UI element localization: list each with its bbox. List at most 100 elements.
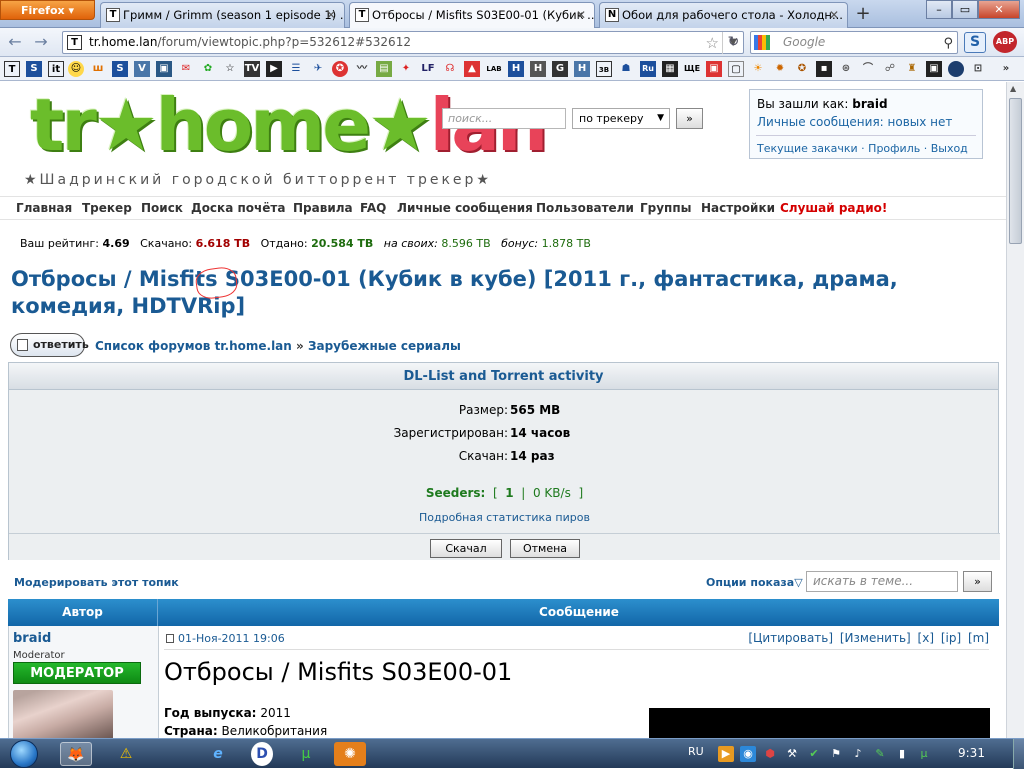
moderate-topic-link[interactable]: Модерировать этот топик: [14, 576, 179, 589]
page-scrollbar[interactable]: ▲: [1006, 82, 1024, 738]
scrollbar-thumb[interactable]: [1009, 98, 1022, 244]
utorrent-tray-icon[interactable]: µ: [916, 746, 932, 762]
app-taskbar-icon[interactable]: ⚠: [110, 742, 142, 766]
url-bar[interactable]: T tr.home.lan/forum/viewtopic.php?p=5326…: [62, 31, 744, 54]
bookmark-icon[interactable]: G: [552, 61, 568, 77]
breadcrumb-foreign-series[interactable]: Зарубежные сериалы: [308, 339, 461, 353]
menu-item-faq[interactable]: FAQ: [360, 197, 386, 219]
app-d-taskbar-icon[interactable]: D: [251, 742, 273, 766]
firefox-taskbar-icon[interactable]: 🦊: [60, 742, 92, 766]
site-logo[interactable]: tr★home★lan: [30, 84, 548, 174]
bookmark-icon[interactable]: ▪: [816, 61, 832, 77]
tray-icon[interactable]: ⚑: [828, 746, 844, 762]
bookmark-icon[interactable]: ⊛: [838, 61, 854, 77]
app-taskbar-icon[interactable]: ✺: [334, 742, 366, 766]
ie-taskbar-icon[interactable]: e: [202, 742, 234, 766]
bookmark-icon[interactable]: LF: [420, 61, 436, 77]
scroll-up-icon[interactable]: ▲: [1010, 84, 1016, 93]
search-scope-select[interactable]: по трекеру ▼: [572, 108, 670, 129]
new-tab-button[interactable]: +: [852, 4, 874, 26]
tab-grimm[interactable]: T Гримм / Grimm (season 1 episode 1) ...…: [100, 2, 345, 28]
volume-icon[interactable]: ♪: [850, 746, 866, 762]
bookmark-icon[interactable]: [948, 61, 964, 77]
firefox-menu-button[interactable]: Firefox ▾: [0, 0, 95, 20]
topic-title[interactable]: Отбросы / Misfits S03E00-01 (Кубик в куб…: [11, 266, 951, 320]
tray-icon[interactable]: ✎: [872, 746, 888, 762]
pm-status-link[interactable]: Личные сообщения: новых нет: [757, 115, 975, 129]
bookmark-icon[interactable]: V: [134, 61, 150, 77]
menu-item-home[interactable]: Главная: [16, 197, 72, 219]
bookmark-icon[interactable]: T: [4, 61, 20, 77]
forward-icon[interactable]: →: [30, 32, 52, 54]
bookmark-icon[interactable]: ☊: [442, 61, 458, 77]
bookmark-icon[interactable]: ✦: [398, 61, 414, 77]
bookmark-icon[interactable]: S: [112, 61, 128, 77]
bookmark-icon[interactable]: ✪: [332, 61, 348, 77]
minimize-icon[interactable]: –: [926, 0, 952, 19]
bookmark-icon[interactable]: ☺: [68, 61, 84, 77]
bookmark-icon[interactable]: TV: [244, 61, 260, 77]
close-icon[interactable]: ✕: [574, 8, 588, 22]
tab-wallpapers[interactable]: N Обои для рабочего стола - Холодн... ✕: [599, 2, 848, 28]
bookmark-icon[interactable]: S: [26, 61, 42, 77]
reload-icon[interactable]: ↻: [722, 32, 744, 54]
bookmark-icon[interactable]: ⌒: [860, 61, 876, 77]
topic-search-input[interactable]: искать в теме...: [806, 571, 958, 592]
bookmark-icon[interactable]: it: [48, 61, 64, 77]
user-links[interactable]: Текущие закачки · Профиль · Выход: [757, 142, 968, 155]
bookmark-icon[interactable]: LAB: [486, 61, 502, 77]
language-indicator[interactable]: RU: [688, 745, 704, 758]
bookmark-icon[interactable]: 〰: [354, 61, 370, 77]
site-search-button[interactable]: »: [676, 108, 703, 129]
start-button[interactable]: [4, 739, 50, 769]
downloaded-button[interactable]: Скачал: [430, 539, 502, 558]
breadcrumb-forum-list[interactable]: Список форумов tr.home.lan: [95, 339, 292, 353]
bookmark-icon[interactable]: ▣: [706, 61, 722, 77]
tray-icon[interactable]: ▶: [718, 746, 734, 762]
username[interactable]: braid: [852, 97, 887, 111]
bookmark-icon[interactable]: ш: [90, 61, 106, 77]
menu-item-groups[interactable]: Группы: [640, 197, 692, 219]
bookmark-icon[interactable]: ▢: [728, 61, 744, 77]
bookmark-icon[interactable]: ▦: [662, 61, 678, 77]
menu-item-search[interactable]: Поиск: [141, 197, 183, 219]
close-window-icon[interactable]: ✕: [978, 0, 1020, 19]
bookmark-icon[interactable]: Ru: [640, 61, 656, 77]
addon-s-button[interactable]: S: [964, 32, 986, 53]
bookmark-icon[interactable]: H: [530, 61, 546, 77]
bookmark-icon[interactable]: ✪: [794, 61, 810, 77]
close-icon[interactable]: ✕: [827, 8, 841, 22]
menu-item-settings[interactable]: Настройки: [701, 197, 775, 219]
bookmark-icon[interactable]: H: [508, 61, 524, 77]
menu-item-tracker[interactable]: Трекер: [82, 197, 132, 219]
site-search-input[interactable]: поиск...: [442, 108, 566, 129]
network-icon[interactable]: ▮: [894, 746, 910, 762]
author-name[interactable]: braid: [13, 631, 51, 646]
menu-item-honor-board[interactable]: Доска почёта: [191, 197, 285, 219]
bookmark-icon[interactable]: ☗: [618, 61, 634, 77]
bookmark-icon[interactable]: ✹: [772, 61, 788, 77]
bookmark-icon[interactable]: ⊡: [970, 61, 986, 77]
reply-button[interactable]: ответить: [10, 333, 89, 357]
bookmark-icon[interactable]: ▤: [376, 61, 392, 77]
tray-icon[interactable]: ◉: [740, 746, 756, 762]
bookmark-icon[interactable]: ✿: [200, 61, 216, 77]
bookmark-icon[interactable]: ☀: [750, 61, 766, 77]
clock[interactable]: 9:31: [958, 746, 985, 760]
view-options-link[interactable]: Опции показа▽: [706, 576, 803, 589]
bookmark-icon[interactable]: ✈: [310, 61, 326, 77]
tray-icon[interactable]: ✔: [806, 746, 822, 762]
post-actions[interactable]: [Цитировать] [Изменить] [x] [ip] [m]: [748, 631, 989, 645]
chevron-right-icon[interactable]: »: [998, 61, 1014, 77]
bookmark-icon[interactable]: ▣: [156, 61, 172, 77]
close-icon[interactable]: ✕: [324, 8, 338, 22]
search-input[interactable]: Google ⚲: [750, 31, 958, 54]
bookmark-icon[interactable]: ☰: [288, 61, 304, 77]
bookmark-icon[interactable]: H: [574, 61, 590, 77]
adblock-button[interactable]: ABP: [993, 31, 1017, 53]
tray-icon[interactable]: ⬢: [762, 746, 778, 762]
bookmark-icon[interactable]: ✉: [178, 61, 194, 77]
bookmark-star-icon[interactable]: ☆: [706, 33, 719, 54]
bookmark-icon[interactable]: ☆: [222, 61, 238, 77]
bookmark-icon[interactable]: ♜: [904, 61, 920, 77]
